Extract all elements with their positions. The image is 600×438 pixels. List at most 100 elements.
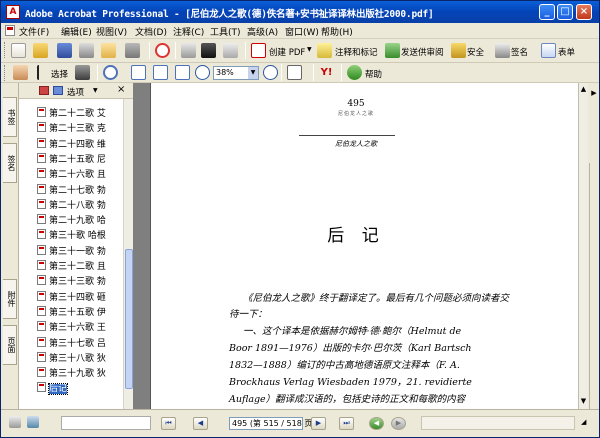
bookmark-item[interactable]: 第二十七歌 勃 — [37, 183, 123, 198]
document-area[interactable]: 495 尼伯龙人之歌 尼伯龙人之歌 后 记 《尼伯龙人之歌》终于翻译定了。最后有… — [133, 83, 578, 423]
snapshot-icon[interactable] — [75, 65, 90, 80]
binoculars-icon[interactable] — [201, 43, 216, 58]
tab-signatures[interactable]: 签名 — [3, 143, 17, 183]
last-page-button[interactable]: ⏭ — [339, 417, 354, 430]
print-icon[interactable] — [79, 43, 94, 58]
sign-button[interactable]: 签名 — [511, 46, 528, 58]
toolbar-grip[interactable] — [4, 65, 7, 81]
bookmark-item[interactable]: 第三十五歌 伊 — [37, 305, 123, 320]
go-back-button[interactable]: ◀ — [369, 417, 384, 430]
organizer-icon[interactable] — [223, 43, 238, 58]
save-icon[interactable] — [57, 43, 72, 58]
bookmark-item[interactable]: 第二十六歌 且 — [37, 168, 123, 182]
bookmark-new-icon[interactable] — [39, 86, 49, 95]
bookmark-item[interactable]: 第二十三歌 克 — [37, 122, 123, 136]
comment-note-icon[interactable] — [317, 43, 332, 58]
forms-icon[interactable] — [541, 43, 556, 58]
zoom-level-field[interactable]: 38% ▼ — [213, 66, 259, 80]
resize-grip-icon[interactable]: ◢ — [581, 418, 586, 426]
hand-tool-icon[interactable] — [13, 65, 28, 80]
pen-icon[interactable] — [495, 43, 510, 58]
help-button[interactable]: 帮助 — [365, 68, 382, 80]
bookmark-item[interactable]: 第三十九歌 狄 — [37, 367, 123, 381]
options-dropdown-icon[interactable]: ▼ — [93, 87, 98, 94]
lock-icon[interactable] — [451, 43, 466, 58]
bookmark-item[interactable]: 第三十一歌 勃 — [37, 244, 123, 259]
menu-help[interactable]: 帮助(H) — [321, 25, 353, 38]
create-pdf-icon[interactable] — [251, 43, 266, 58]
first-page-button[interactable]: ⏮ — [161, 417, 176, 430]
send-review-icon[interactable] — [385, 43, 400, 58]
tab-attachments[interactable]: 附件 — [3, 279, 17, 319]
open-folder-icon[interactable] — [33, 43, 48, 58]
prev-page-button[interactable]: ◀ — [193, 417, 208, 430]
bookmarks-scrollbar[interactable] — [123, 99, 133, 409]
bookmark-item[interactable]: 第三十三歌 勃 — [37, 275, 123, 289]
close-button[interactable]: × — [576, 4, 592, 20]
bookmark-delete-icon[interactable] — [53, 86, 63, 95]
page-view-icon[interactable] — [9, 416, 21, 428]
secure-button[interactable]: 安全 — [467, 46, 484, 58]
status-scroll-track[interactable] — [421, 416, 575, 430]
bookmark-item[interactable]: 第三十八歌 狄 — [37, 351, 123, 366]
hand-search-icon[interactable] — [181, 43, 196, 58]
hide-panel-icon[interactable] — [27, 416, 39, 428]
next-page-button[interactable]: ▶ — [311, 417, 326, 430]
new-document-icon[interactable] — [11, 43, 26, 58]
go-forward-button[interactable]: ▶ — [391, 417, 406, 430]
document-vertical-scrollbar[interactable]: ▲ ▼ — [578, 83, 588, 409]
toolbar-grip[interactable] — [4, 42, 7, 58]
bookmark-item[interactable]: 第三十二歌 且 — [37, 260, 123, 274]
menu-file[interactable]: 文件(F) — [19, 25, 49, 38]
page-number-field[interactable]: 495 (第 515 / 518 页) — [229, 417, 315, 430]
bookmark-options-menu[interactable]: 选项 — [67, 86, 84, 98]
stop-icon[interactable] — [155, 43, 170, 58]
email-icon[interactable] — [101, 43, 116, 58]
minimize-button[interactable]: _ — [539, 4, 555, 20]
scroll-up-icon[interactable]: ▲ — [579, 85, 588, 94]
select-tool-button[interactable]: 选择 — [51, 68, 68, 80]
bookmarks-scroll-thumb[interactable] — [125, 249, 133, 389]
fit-width-icon[interactable] — [175, 65, 190, 80]
select-tool-icon[interactable] — [37, 65, 47, 80]
menu-document[interactable]: 文档(D) — [135, 25, 167, 38]
close-panel-icon[interactable]: × — [117, 84, 125, 95]
tab-bookmarks[interactable]: 书签 — [3, 97, 17, 137]
send-review-button[interactable]: 发送供审阅 — [401, 46, 444, 58]
help-icon[interactable] — [347, 65, 362, 80]
menu-advanced[interactable]: 高级(A) — [247, 25, 278, 38]
comment-markup-button[interactable]: 注释和标记 — [335, 46, 378, 58]
bookmark-item[interactable]: 第三十四歌 砸 — [37, 290, 123, 305]
bookmark-item[interactable]: 第二十八歌 勃 — [37, 198, 123, 213]
create-pdf-dropdown-icon[interactable]: ▼ — [307, 46, 312, 53]
bookmark-item[interactable]: 第三十七歌 吕 — [37, 336, 123, 351]
bookmark-item[interactable]: 第三十歌 哈根 — [37, 229, 123, 243]
rotate-view-icon[interactable] — [287, 65, 302, 80]
bookmark-item[interactable]: 后记 — [37, 382, 123, 396]
bookmark-item[interactable]: 第二十二歌 艾 — [37, 107, 123, 121]
expand-panel-icon[interactable]: ▶ — [589, 89, 599, 99]
menu-window[interactable]: 窗口(W) — [285, 25, 319, 38]
zoom-in-icon[interactable] — [103, 65, 118, 80]
attach-icon[interactable] — [125, 43, 140, 58]
zoom-out-icon[interactable] — [195, 65, 210, 80]
yahoo-search-icon[interactable]: Y! — [319, 65, 334, 80]
actual-size-icon[interactable] — [131, 65, 146, 80]
maximize-button[interactable]: □ — [557, 4, 573, 20]
bookmark-item[interactable]: 第二十五歌 尼 — [37, 152, 123, 167]
menu-edit[interactable]: 编辑(E) — [61, 25, 92, 38]
document-menu-icon[interactable] — [5, 25, 15, 36]
zoom-dropdown-icon[interactable]: ▼ — [248, 67, 258, 79]
acrobat-app-icon[interactable]: A — [6, 5, 20, 19]
zoom-plus-icon[interactable] — [263, 65, 278, 80]
horizontal-scrollbar[interactable] — [61, 416, 151, 430]
bookmark-item[interactable]: 第三十六歌 王 — [37, 321, 123, 335]
menu-view[interactable]: 视图(V) — [96, 25, 127, 38]
menu-tools[interactable]: 工具(T) — [210, 25, 241, 38]
bookmark-item[interactable]: 第二十九歌 哈 — [37, 214, 123, 228]
create-pdf-button[interactable]: 创建 PDF — [269, 46, 305, 58]
scroll-down-icon[interactable]: ▼ — [579, 397, 588, 406]
menu-comments[interactable]: 注释(C) — [173, 25, 204, 38]
fit-page-icon[interactable] — [153, 65, 168, 80]
forms-button[interactable]: 表单 — [558, 46, 575, 58]
